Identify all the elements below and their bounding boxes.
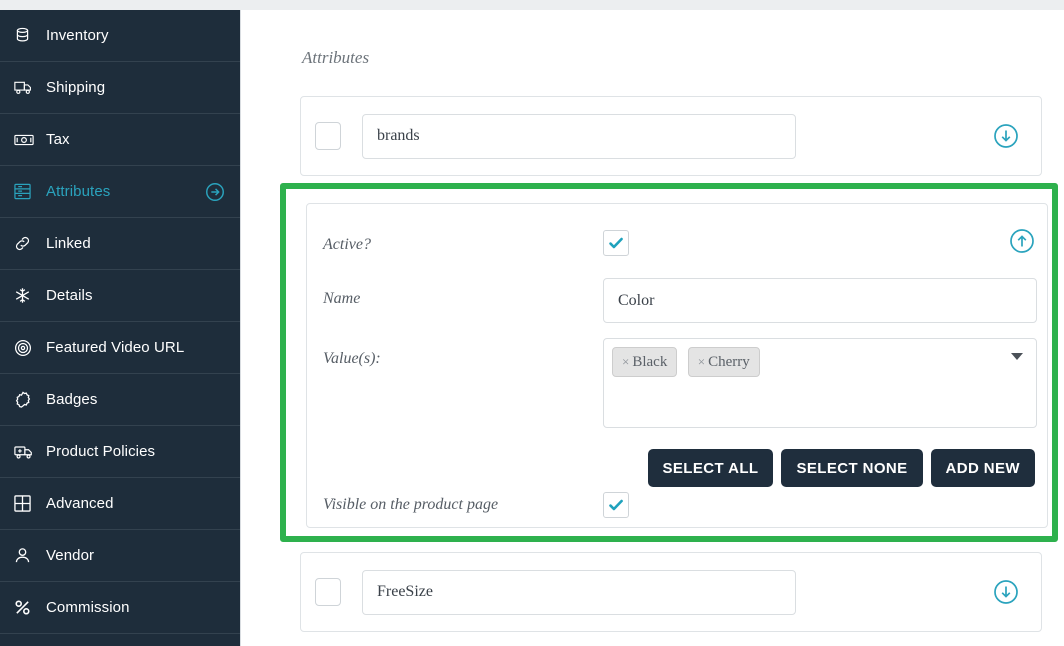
ambulance-icon (14, 444, 40, 460)
sidebar-item-inventory[interactable]: Inventory (0, 10, 240, 62)
sidebar-item-label: Inventory (46, 27, 109, 44)
user-icon (14, 547, 40, 564)
sidebar-item-badges[interactable]: Badges (0, 374, 240, 426)
attribute-row (301, 553, 1041, 631)
circle-arrow-down-icon[interactable] (993, 123, 1019, 149)
remove-tag-icon[interactable]: × (622, 354, 629, 370)
sidebar-item-label: Badges (46, 391, 98, 408)
sidebar-item-label: Tax (46, 131, 70, 148)
attribute-card-brands (300, 96, 1042, 176)
attribute-card-color: Active? Name Value(s): (306, 203, 1048, 528)
field-label-active: Active? (323, 236, 371, 253)
attribute-card-freesize (300, 552, 1042, 632)
value-tag-label: Cherry (708, 353, 750, 370)
sidebar-item-shipping[interactable]: Shipping (0, 62, 240, 114)
sidebar-item-tax[interactable]: Tax (0, 114, 240, 166)
add-new-button[interactable]: ADD NEW (930, 449, 1035, 487)
select-none-button[interactable]: SELECT NONE (781, 449, 923, 487)
active-checkbox[interactable] (603, 230, 629, 256)
sidebar-item-label: Details (46, 287, 93, 304)
attribute-select-checkbox[interactable] (315, 122, 341, 150)
sidebar-item-label: Advanced (46, 495, 114, 512)
sidebar-item-label: Product Policies (46, 443, 156, 460)
sidebar-item-label: Shipping (46, 79, 106, 96)
snowflake-icon (14, 287, 40, 304)
page-title: Attributes (302, 48, 370, 67)
attribute-name-input[interactable] (362, 569, 796, 615)
attribute-name-field[interactable] (603, 278, 1037, 323)
attribute-row (301, 97, 1041, 175)
database-icon (14, 27, 40, 44)
value-tag-label: Black (632, 353, 668, 370)
dropdown-caret-icon[interactable] (1011, 353, 1023, 360)
sidebar-item-advanced[interactable]: Advanced (0, 478, 240, 530)
money-icon (14, 133, 40, 147)
field-label-values: Value(s): (323, 350, 381, 367)
sidebar-item-label: Linked (46, 235, 91, 252)
sidebar-item-featured-video-url[interactable]: Featured Video URL (0, 322, 240, 374)
sidebar-item-label: Attributes (46, 183, 111, 200)
visible-checkbox[interactable] (603, 492, 629, 518)
circle-arrow-right-icon[interactable] (204, 181, 226, 203)
link-icon (14, 235, 40, 252)
percent-icon (14, 599, 40, 616)
grid-icon (14, 495, 40, 512)
target-icon (14, 339, 40, 357)
sidebar-item-attributes[interactable]: Attributes (0, 166, 240, 218)
value-tag[interactable]: × Black (612, 347, 678, 377)
circle-arrow-down-icon[interactable] (993, 579, 1019, 605)
truck-icon (14, 79, 40, 96)
sidebar-item-label: Featured Video URL (46, 339, 185, 356)
sidebar-item-details[interactable]: Details (0, 270, 240, 322)
select-all-button[interactable]: SELECT ALL (647, 449, 774, 487)
sidebar-item-commission[interactable]: Commission (0, 582, 240, 634)
sidebar-item-product-policies[interactable]: Product Policies (0, 426, 240, 478)
sidebar-item-label: Commission (46, 599, 130, 616)
values-multiselect[interactable]: × Black × Cherry (603, 338, 1037, 428)
sidebar-item-linked[interactable]: Linked (0, 218, 240, 270)
field-label-visible: Visible on the product page (323, 496, 499, 513)
attribute-select-checkbox[interactable] (315, 578, 341, 606)
list-panel-icon (14, 183, 40, 200)
value-tag[interactable]: × Cherry (687, 347, 760, 377)
badge-icon (14, 391, 40, 409)
main-content: Attributes Active? (242, 10, 1064, 646)
remove-tag-icon[interactable]: × (698, 354, 705, 370)
field-label-name: Name (323, 290, 361, 307)
sidebar: Inventory Shipping Tax Attributes Linked… (0, 10, 241, 646)
top-strip (0, 0, 1064, 10)
circle-arrow-up-icon[interactable] (1009, 228, 1035, 259)
sidebar-item-label: Vendor (46, 547, 95, 564)
value-action-buttons: SELECT ALL SELECT NONE ADD NEW (647, 449, 1035, 487)
attribute-name-input[interactable] (362, 113, 796, 159)
sidebar-item-vendor[interactable]: Vendor (0, 530, 240, 582)
attribute-highlight-border: Active? Name Value(s): (280, 183, 1058, 542)
